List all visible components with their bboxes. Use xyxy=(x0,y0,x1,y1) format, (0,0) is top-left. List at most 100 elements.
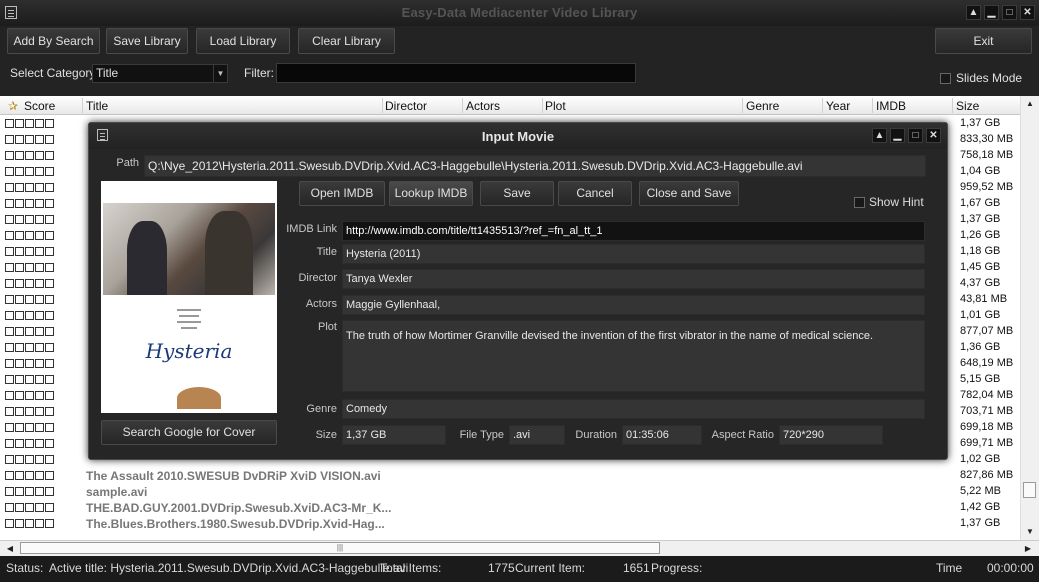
actors-field[interactable]: Maggie Gyllenhaal, xyxy=(342,295,925,315)
score-star-icon[interactable] xyxy=(5,487,14,496)
score-star-icon[interactable] xyxy=(45,215,54,224)
score-star-icon[interactable] xyxy=(5,215,14,224)
score-star-icon[interactable] xyxy=(35,279,44,288)
filter-input[interactable] xyxy=(276,63,636,83)
score-star-icon[interactable] xyxy=(15,279,24,288)
score-star-icon[interactable] xyxy=(15,151,24,160)
score-stars[interactable] xyxy=(5,455,54,464)
score-star-icon[interactable] xyxy=(35,407,44,416)
score-star-icon[interactable] xyxy=(25,119,34,128)
score-star-icon[interactable] xyxy=(15,423,24,432)
score-star-icon[interactable] xyxy=(25,439,34,448)
score-star-icon[interactable] xyxy=(45,375,54,384)
add-by-search-button[interactable]: Add By Search xyxy=(7,28,100,54)
collapse-icon[interactable]: ▲ xyxy=(966,5,981,20)
score-stars[interactable] xyxy=(5,119,54,128)
slides-mode-checkbox[interactable] xyxy=(940,73,951,84)
score-star-icon[interactable] xyxy=(5,119,14,128)
score-star-icon[interactable] xyxy=(25,487,34,496)
save-library-button[interactable]: Save Library xyxy=(106,28,188,54)
dialog-collapse-icon[interactable]: ▲ xyxy=(872,128,887,143)
title-field[interactable]: Hysteria (2011) xyxy=(342,244,925,264)
minimize-icon[interactable]: ▁ xyxy=(984,5,999,20)
score-star-icon[interactable] xyxy=(25,455,34,464)
score-star-icon[interactable] xyxy=(35,247,44,256)
score-star-icon[interactable] xyxy=(45,279,54,288)
score-star-icon[interactable] xyxy=(25,407,34,416)
score-star-icon[interactable] xyxy=(25,247,34,256)
scroll-left-icon[interactable]: ◀ xyxy=(2,541,18,556)
score-star-icon[interactable] xyxy=(25,375,34,384)
score-star-icon[interactable] xyxy=(25,199,34,208)
score-star-icon[interactable] xyxy=(25,135,34,144)
score-stars[interactable] xyxy=(5,327,54,336)
score-star-icon[interactable] xyxy=(25,503,34,512)
score-star-icon[interactable] xyxy=(15,375,24,384)
score-star-icon[interactable] xyxy=(45,295,54,304)
score-star-icon[interactable] xyxy=(15,439,24,448)
score-star-icon[interactable] xyxy=(25,391,34,400)
score-star-icon[interactable] xyxy=(35,455,44,464)
score-star-icon[interactable] xyxy=(5,327,14,336)
score-star-icon[interactable] xyxy=(5,247,14,256)
score-star-icon[interactable] xyxy=(25,183,34,192)
score-star-icon[interactable] xyxy=(25,519,34,528)
scroll-down-icon[interactable]: ▼ xyxy=(1021,524,1039,540)
cancel-button[interactable]: Cancel xyxy=(558,181,632,206)
score-star-icon[interactable] xyxy=(5,423,14,432)
score-star-icon[interactable] xyxy=(45,151,54,160)
score-star-icon[interactable] xyxy=(35,231,44,240)
score-star-icon[interactable] xyxy=(5,135,14,144)
score-star-icon[interactable] xyxy=(5,471,14,480)
score-star-icon[interactable] xyxy=(15,343,24,352)
aspect-ratio-field[interactable]: 720*290 xyxy=(779,425,883,445)
imdb-link-field[interactable]: http://www.imdb.com/title/tt1435513/?ref… xyxy=(342,221,925,241)
score-star-icon[interactable] xyxy=(45,263,54,272)
score-star-icon[interactable] xyxy=(5,295,14,304)
search-google-cover-button[interactable]: Search Google for Cover xyxy=(101,420,277,445)
score-star-icon[interactable] xyxy=(45,199,54,208)
score-star-icon[interactable] xyxy=(35,135,44,144)
score-stars[interactable] xyxy=(5,503,54,512)
score-star-icon[interactable] xyxy=(15,183,24,192)
score-star-icon[interactable] xyxy=(5,519,14,528)
score-star-icon[interactable] xyxy=(25,215,34,224)
score-star-icon[interactable] xyxy=(5,391,14,400)
dialog-close-icon[interactable]: ✕ xyxy=(926,128,941,143)
score-star-icon[interactable] xyxy=(45,455,54,464)
genre-field[interactable]: Comedy xyxy=(342,399,925,419)
column-plot[interactable]: Plot xyxy=(545,99,566,113)
score-stars[interactable] xyxy=(5,407,54,416)
score-star-icon[interactable] xyxy=(35,423,44,432)
score-star-icon[interactable] xyxy=(35,439,44,448)
score-stars[interactable] xyxy=(5,487,54,496)
score-star-icon[interactable] xyxy=(45,247,54,256)
score-star-icon[interactable] xyxy=(25,311,34,320)
score-star-icon[interactable] xyxy=(5,343,14,352)
open-imdb-button[interactable]: Open IMDB xyxy=(299,181,385,206)
score-stars[interactable] xyxy=(5,519,54,528)
score-star-icon[interactable] xyxy=(45,407,54,416)
score-star-icon[interactable] xyxy=(35,151,44,160)
size-field[interactable]: 1,37 GB xyxy=(342,425,446,445)
score-star-icon[interactable] xyxy=(45,359,54,368)
score-star-icon[interactable] xyxy=(5,375,14,384)
score-star-icon[interactable] xyxy=(15,503,24,512)
score-star-icon[interactable] xyxy=(45,487,54,496)
score-star-icon[interactable] xyxy=(5,407,14,416)
score-star-icon[interactable] xyxy=(35,199,44,208)
score-star-icon[interactable] xyxy=(35,471,44,480)
score-star-icon[interactable] xyxy=(15,263,24,272)
score-star-icon[interactable] xyxy=(25,231,34,240)
score-star-icon[interactable] xyxy=(25,423,34,432)
save-button[interactable]: Save xyxy=(480,181,554,206)
load-library-button[interactable]: Load Library xyxy=(196,28,290,54)
score-stars[interactable] xyxy=(5,151,54,160)
score-stars[interactable] xyxy=(5,183,54,192)
score-star-icon[interactable] xyxy=(25,359,34,368)
score-star-icon[interactable] xyxy=(25,151,34,160)
column-genre[interactable]: Genre xyxy=(746,99,779,113)
score-stars[interactable] xyxy=(5,263,54,272)
score-star-icon[interactable] xyxy=(45,183,54,192)
score-star-icon[interactable] xyxy=(15,407,24,416)
